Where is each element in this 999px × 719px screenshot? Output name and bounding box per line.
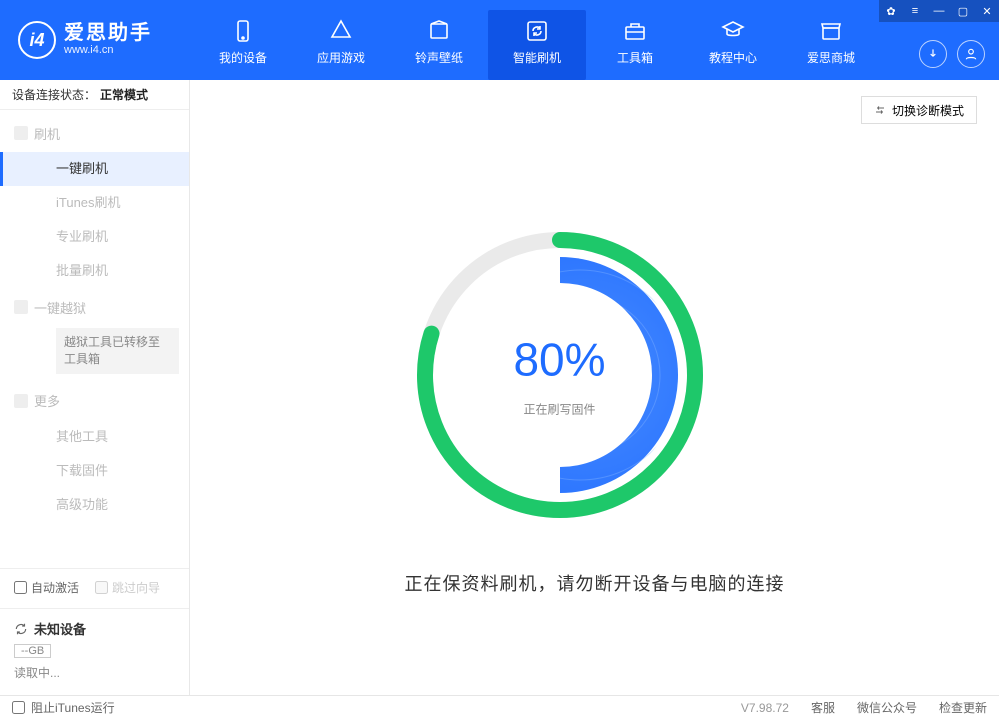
version-label: V7.98.72: [741, 701, 789, 715]
group-more: 更多: [0, 382, 189, 420]
sidebar-item-itunes-flash[interactable]: iTunes刷机: [0, 186, 189, 220]
chk-auto-activate[interactable]: 自动激活: [14, 579, 79, 596]
progress-widget: 80% 正在刷写固件 正在保资料刷机，请勿断开设备与电脑的连接: [405, 220, 785, 596]
store-icon: [819, 19, 843, 43]
main-panel: 切换诊断模式: [190, 80, 999, 695]
nav-apps[interactable]: 应用游戏: [292, 10, 390, 80]
window-controls: ✿ ≡ — ▢ ✕: [879, 0, 999, 22]
nav-toolbox[interactable]: 工具箱: [586, 10, 684, 80]
sidebar-item-other-tools[interactable]: 其他工具: [0, 420, 189, 454]
chk-block-itunes[interactable]: 阻止iTunes运行: [12, 699, 115, 716]
link-service[interactable]: 客服: [811, 699, 835, 716]
app-header: ✿ ≡ — ▢ ✕ i4 爱思助手 www.i4.cn 我的设备 应用游戏 铃声…: [0, 0, 999, 80]
toolbox-icon: [623, 19, 647, 43]
device-reading: 读取中...: [14, 664, 175, 681]
side-menu: 刷机 一键刷机 iTunes刷机 专业刷机 批量刷机 一键越狱 越狱工具已转移至…: [0, 110, 189, 568]
footer: 阻止iTunes运行 V7.98.72 客服 微信公众号 检查更新: [0, 695, 999, 719]
swap-icon: [874, 104, 886, 116]
sidebar-item-pro-flash[interactable]: 专业刷机: [0, 220, 189, 254]
chk-skip-guide[interactable]: 跳过向导: [95, 579, 160, 596]
app-url: www.i4.cn: [64, 44, 152, 57]
app-title: 爱思助手: [64, 22, 152, 44]
device-name: 未知设备: [14, 619, 175, 638]
group-jailbreak: 一键越狱: [0, 288, 189, 326]
skin-icon[interactable]: ✿: [879, 0, 903, 22]
sidebar-item-batch-flash[interactable]: 批量刷机: [0, 254, 189, 288]
sync-icon: [14, 622, 28, 636]
apps-icon: [329, 19, 353, 43]
wallpaper-icon: [427, 19, 451, 43]
sidebar-bottom: 自动激活 跳过向导 未知设备 --GB 读取中...: [0, 568, 189, 695]
nav-store[interactable]: 爱思商城: [782, 10, 880, 80]
connection-status: 设备连接状态：正常模式: [0, 80, 189, 110]
sidebar: 设备连接状态：正常模式 刷机 一键刷机 iTunes刷机 专业刷机 批量刷机 一…: [0, 80, 190, 695]
tutorial-icon: [721, 19, 745, 43]
nav-my-device[interactable]: 我的设备: [194, 10, 292, 80]
sidebar-item-advanced[interactable]: 高级功能: [0, 488, 189, 522]
nav-flash[interactable]: 智能刷机: [488, 10, 586, 80]
toggle-diagnostic-button[interactable]: 切换诊断模式: [861, 96, 977, 124]
group-flash: 刷机: [0, 114, 189, 152]
phone-icon: [231, 19, 255, 43]
close-icon[interactable]: ✕: [975, 0, 999, 22]
menu-icon[interactable]: ≡: [903, 0, 927, 22]
minimize-icon[interactable]: —: [927, 0, 951, 22]
progress-ring: 80% 正在刷写固件: [405, 220, 715, 530]
top-nav: 我的设备 应用游戏 铃声壁纸 智能刷机 工具箱 教程中心 爱思商城: [190, 0, 999, 80]
logo-area: i4 爱思助手 www.i4.cn: [0, 0, 190, 80]
nav-tutorial[interactable]: 教程中心: [684, 10, 782, 80]
refresh-icon: [525, 19, 549, 43]
link-wechat[interactable]: 微信公众号: [857, 699, 917, 716]
user-icon[interactable]: [957, 40, 985, 68]
logo-icon: i4: [18, 21, 56, 59]
sidebar-item-download-fw[interactable]: 下载固件: [0, 454, 189, 488]
jailbreak-note: 越狱工具已转移至工具箱: [56, 328, 179, 374]
header-right: [919, 40, 985, 68]
maximize-icon[interactable]: ▢: [951, 0, 975, 22]
nav-ringtone[interactable]: 铃声壁纸: [390, 10, 488, 80]
sidebar-item-oneclick-flash[interactable]: 一键刷机: [0, 152, 189, 186]
status-text: 正在保资料刷机，请勿断开设备与电脑的连接: [405, 570, 785, 596]
device-block: 未知设备 --GB 读取中...: [0, 608, 189, 685]
device-capacity: --GB: [14, 644, 51, 658]
progress-label: 正在刷写固件: [513, 401, 605, 418]
download-icon[interactable]: [919, 40, 947, 68]
progress-percent: 80%: [513, 333, 605, 387]
link-update[interactable]: 检查更新: [939, 699, 987, 716]
